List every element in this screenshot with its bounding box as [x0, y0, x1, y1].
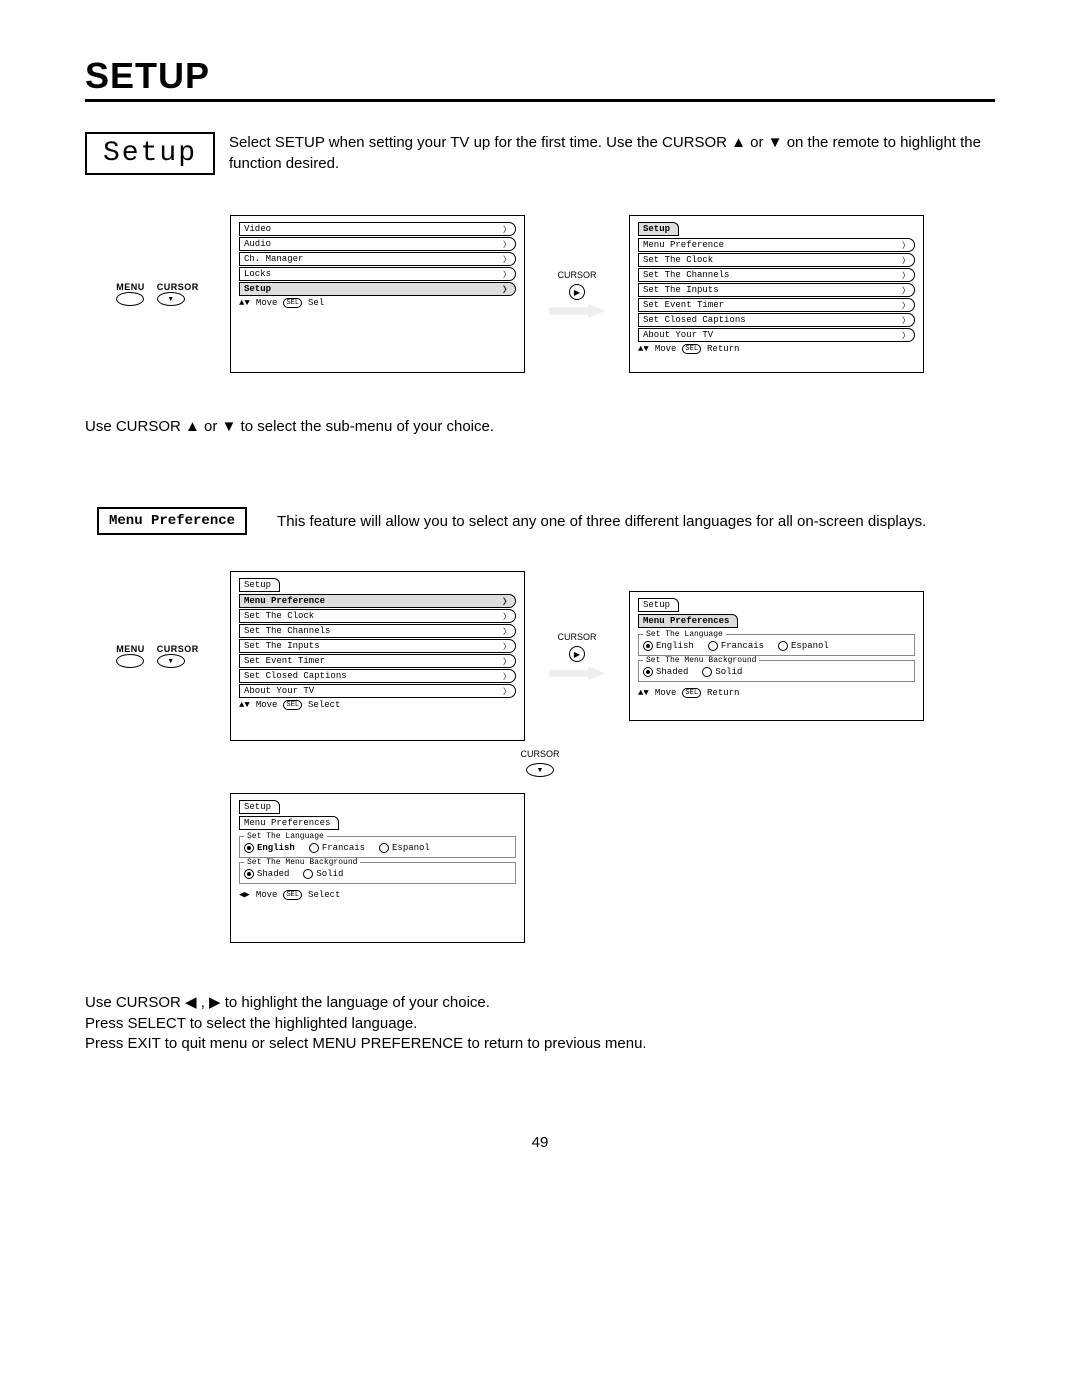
radio-solid: Solid — [303, 869, 343, 879]
osd-item: Set The Clock〉 — [638, 253, 915, 267]
set-background-fieldset: Set The Menu Background Shaded Solid — [638, 660, 915, 682]
cursor-label: CURSOR — [520, 749, 559, 759]
radio-shaded: Shaded — [643, 667, 688, 677]
osd-footer: ▲▼ Move SEL Return — [638, 344, 915, 354]
updown-icon: ▲▼ — [239, 298, 250, 308]
sel-pill-icon: SEL — [283, 700, 302, 710]
osd-item: Ch. Manager〉 — [239, 252, 516, 266]
cursor-right-button-icon: ▶ — [569, 646, 585, 662]
radio-shaded: Shaded — [244, 869, 289, 879]
osd-footer: ▲▼ Move SEL Select — [239, 700, 516, 710]
osd-item: Set Event Timer〉 — [239, 654, 516, 668]
set-language-fieldset: Set The Language English Francais Espano… — [239, 836, 516, 858]
radio-espanol: Espanol — [778, 641, 829, 651]
set-language-fieldset: Set The Language English Francais Espano… — [638, 634, 915, 656]
updown-icon: ▲▼ — [239, 700, 250, 710]
osd-tab-setup: Setup — [638, 598, 679, 612]
cursor-right-button-icon: ▶ — [569, 284, 585, 300]
leftright-icon: ◀▶ — [239, 890, 250, 900]
osd-item: Set The Inputs〉 — [239, 639, 516, 653]
radio-francais: Francais — [309, 843, 365, 853]
osd-footer: ▲▼ Move SEL Sel — [239, 298, 516, 308]
cursor-label: CURSOR — [157, 644, 199, 654]
osd-item: Set The Channels〉 — [638, 268, 915, 282]
osd-item: Video〉 — [239, 222, 516, 236]
sel-pill-icon: SEL — [283, 298, 302, 308]
osd-menu-preferences-language-selected: Setup Menu Preferences Set The Language … — [230, 793, 525, 943]
osd-tab-setup: Setup — [239, 800, 280, 814]
updown-icon: ▲▼ — [638, 344, 649, 354]
osd-item: Audio〉 — [239, 237, 516, 251]
menu-button-icon — [116, 292, 144, 306]
legend-language: Set The Language — [244, 832, 327, 841]
cursor-down-button-icon: ▼ — [157, 292, 185, 306]
bottom-instruction-1: Use CURSOR ◀ , ▶ to highlight the langua… — [85, 993, 995, 1013]
osd-tab-menu-preferences: Menu Preferences — [638, 614, 738, 628]
menu-preference-label: Menu Preference — [97, 507, 247, 535]
radio-solid: Solid — [702, 667, 742, 677]
osd-item: Set Closed Captions〉 — [638, 313, 915, 327]
osd-item: About Your TV〉 — [239, 684, 516, 698]
osd-footer: ◀▶ Move SEL Select — [239, 890, 516, 900]
osd-item: Set The Inputs〉 — [638, 283, 915, 297]
osd-tab-setup: Setup — [638, 222, 679, 236]
legend-background: Set The Menu Background — [244, 858, 360, 867]
bottom-instruction-2: Press SELECT to select the highlighted l… — [85, 1014, 995, 1034]
radio-francais: Francais — [708, 641, 764, 651]
cursor-down-button-icon: ▼ — [157, 654, 185, 668]
radio-english-selected: English — [244, 843, 295, 853]
osd-tab-menu-preferences: Menu Preferences — [239, 816, 339, 830]
sel-pill-icon: SEL — [283, 890, 302, 900]
osd-setup-menu: Setup Menu Preference〉 Set The Clock〉 Se… — [629, 215, 924, 373]
osd-menu-preferences: Setup Menu Preferences Set The Language … — [629, 591, 924, 721]
osd-item: Set Closed Captions〉 — [239, 669, 516, 683]
setup-box-label: Setup — [85, 132, 215, 175]
legend-language: Set The Language — [643, 630, 726, 639]
page-number: 49 — [85, 1134, 995, 1151]
osd-item: Locks〉 — [239, 267, 516, 281]
sel-pill-icon: SEL — [682, 688, 701, 698]
osd-item: About Your TV〉 — [638, 328, 915, 342]
osd-item-setup-selected: Setup〉 — [239, 282, 516, 296]
osd-item: Menu Preference〉 — [638, 238, 915, 252]
arrow-right-icon — [549, 666, 605, 680]
osd-setup-menu-pref-highlighted: Setup Menu Preference〉 Set The Clock〉 Se… — [230, 571, 525, 741]
remote-buttons: MENU CURSOR ▼ — [85, 644, 230, 668]
page-title: SETUP — [85, 55, 995, 102]
bottom-instruction-3: Press EXIT to quit menu or select MENU P… — [85, 1034, 995, 1054]
menu-label: MENU — [116, 282, 145, 292]
osd-main-menu: Video〉 Audio〉 Ch. Manager〉 Locks〉 Setup〉… — [230, 215, 525, 373]
sub-instruction: Use CURSOR ▲ or ▼ to select the sub-menu… — [85, 417, 995, 437]
cursor-label: CURSOR — [157, 282, 199, 292]
cursor-down-button-icon: ▼ — [526, 763, 554, 777]
osd-item-menu-preference-selected: Menu Preference〉 — [239, 594, 516, 608]
osd-item: Set The Channels〉 — [239, 624, 516, 638]
set-background-fieldset: Set The Menu Background Shaded Solid — [239, 862, 516, 884]
updown-icon: ▲▼ — [638, 688, 649, 698]
remote-buttons: MENU CURSOR ▼ — [85, 282, 230, 306]
setup-description: Select SETUP when setting your TV up for… — [229, 133, 995, 174]
radio-espanol: Espanol — [379, 843, 430, 853]
osd-item: Set Event Timer〉 — [638, 298, 915, 312]
menu-preference-desc: This feature will allow you to select an… — [277, 513, 926, 530]
osd-tab-setup: Setup — [239, 578, 280, 592]
cursor-label: CURSOR — [557, 270, 596, 280]
menu-button-icon — [116, 654, 144, 668]
legend-background: Set The Menu Background — [643, 656, 759, 665]
osd-item: Set The Clock〉 — [239, 609, 516, 623]
sel-pill-icon: SEL — [682, 344, 701, 354]
menu-label: MENU — [116, 644, 145, 654]
osd-footer: ▲▼ Move SEL Return — [638, 688, 915, 698]
cursor-label: CURSOR — [557, 632, 596, 642]
radio-english: English — [643, 641, 694, 651]
arrow-right-icon — [549, 304, 605, 318]
